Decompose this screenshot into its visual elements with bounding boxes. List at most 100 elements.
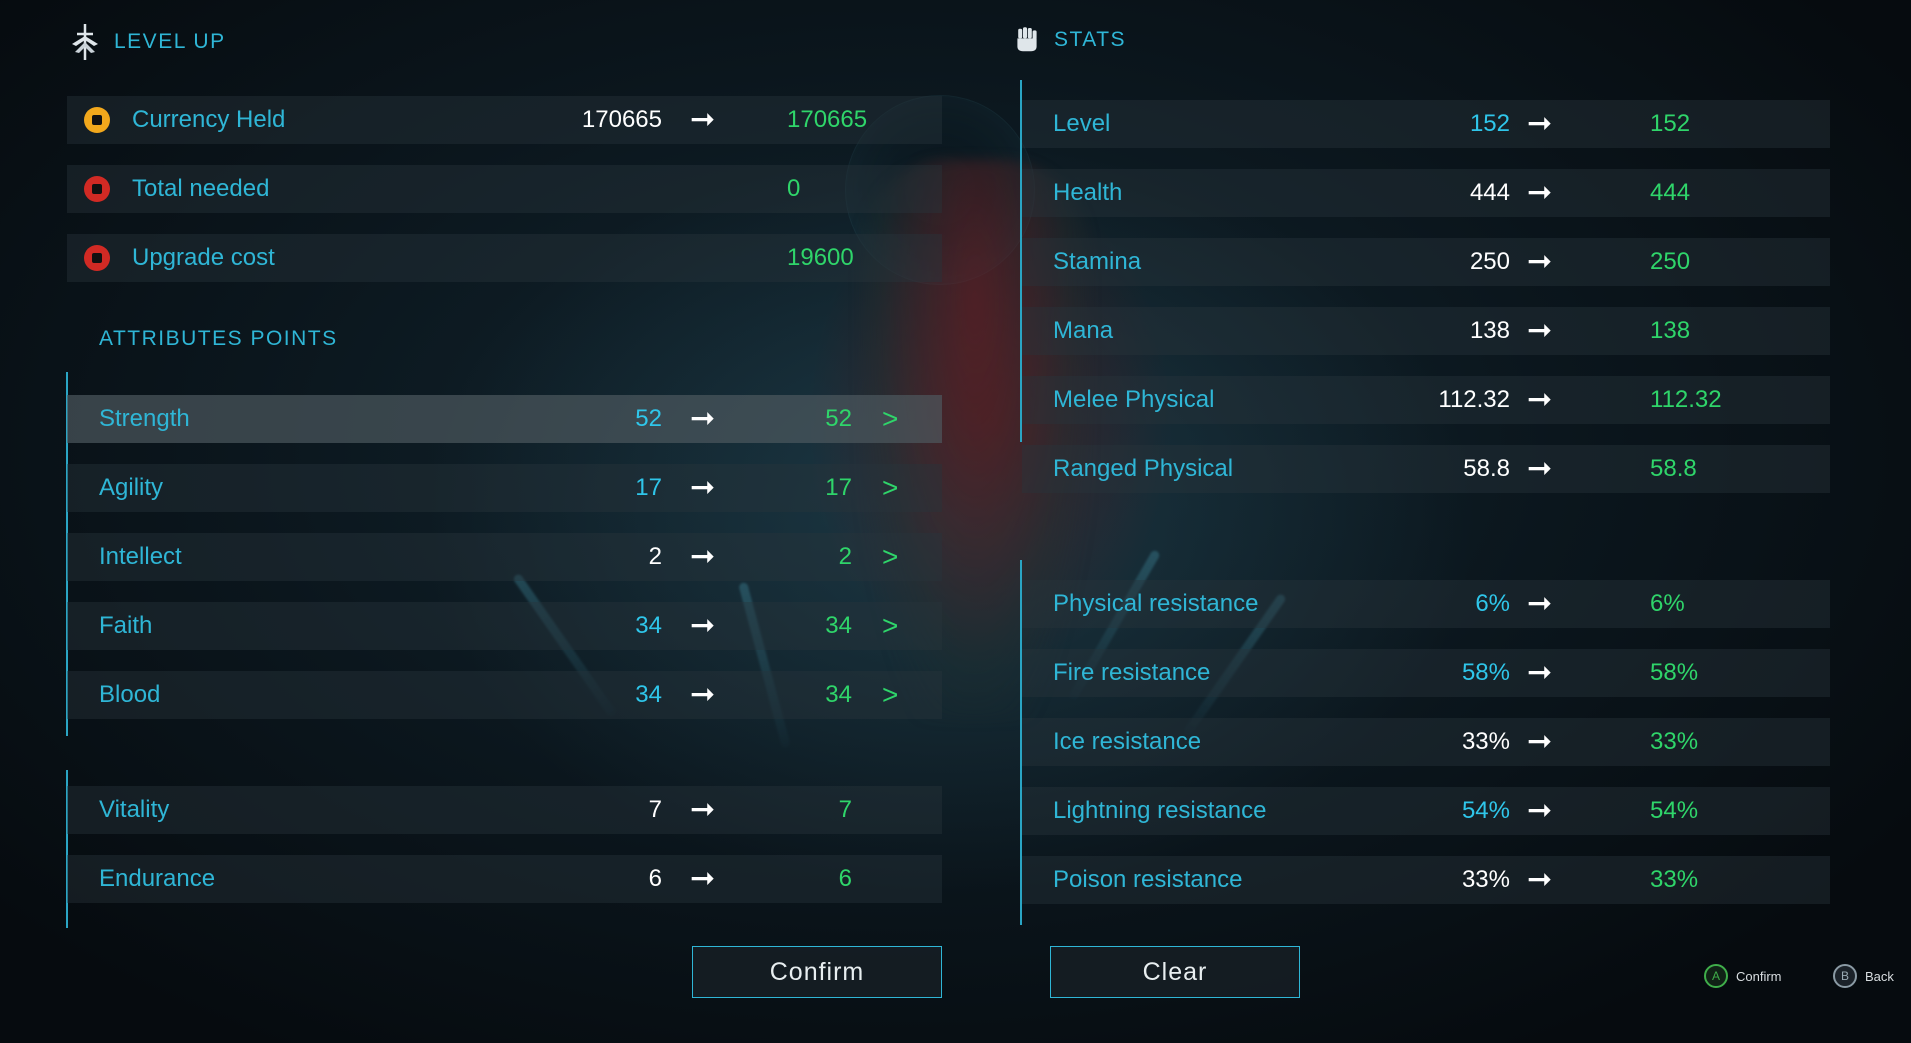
resistance-new-value: 54% <box>1650 797 1699 824</box>
attribute-new-value: 17 <box>825 474 852 501</box>
red-coin-icon <box>84 245 110 271</box>
attribute-row-endurance: Endurance 6 ➞ 6 <box>67 855 942 903</box>
stat-new-value: 250 <box>1650 248 1691 275</box>
attributes-title: ATTRIBUTES POINTS <box>99 327 338 350</box>
red-coin-icon <box>84 176 110 202</box>
attribute-row-agility[interactable]: Agility 17 ➞ 17 > <box>67 464 942 512</box>
currency-label: Currency Held <box>132 106 286 133</box>
stat-label: Health <box>1053 179 1123 206</box>
arrow-icon: ➞ <box>1527 863 1553 896</box>
stat-current-value: 138 <box>1469 317 1510 344</box>
level-up-title: LEVEL UP <box>114 30 226 53</box>
level-up-header: LEVEL UP <box>68 22 226 62</box>
stat-new-value: 58.8 <box>1650 455 1697 482</box>
attribute-current-value: 52 <box>635 405 662 432</box>
arrow-icon: ➞ <box>690 103 716 136</box>
stat-new-value: 112.32 <box>1650 386 1722 413</box>
increase-button[interactable]: > <box>882 679 898 711</box>
stat-row-health: Health 444 ➞ 444 <box>1022 169 1830 217</box>
currency-current-value: 170665 <box>581 106 662 133</box>
stat-label: Mana <box>1053 317 1114 344</box>
attribute-current-value: 7 <box>648 796 662 823</box>
attribute-row-strength[interactable]: Strength 52 ➞ 52 > <box>67 395 942 443</box>
total-needed-label: Total needed <box>132 175 270 202</box>
attribute-new-value: 34 <box>825 612 852 639</box>
stat-new-value: 152 <box>1650 110 1691 137</box>
stat-row-ranged-physical: Ranged Physical 58.8 ➞ 58.8 <box>1022 445 1830 493</box>
stat-label: Melee Physical <box>1053 386 1215 413</box>
increase-button[interactable]: > <box>882 403 898 435</box>
attribute-current-value: 34 <box>635 612 662 639</box>
fist-icon <box>1017 27 1037 52</box>
arrow-icon: ➞ <box>690 402 716 435</box>
currency-row: Currency Held 170665 ➞ 170665 <box>67 96 942 144</box>
hint-confirm-label: Confirm <box>1736 968 1782 984</box>
resistance-label: Ice resistance <box>1053 728 1202 755</box>
stat-row-melee-physical: Melee Physical 112.32 ➞ 112.32 <box>1022 376 1830 424</box>
stat-current-value: 152 <box>1469 110 1510 137</box>
attribute-new-value: 7 <box>838 796 852 823</box>
a-button-icon: A <box>1704 964 1728 988</box>
arrow-icon: ➞ <box>1527 107 1553 140</box>
resistance-current-value: 6% <box>1475 590 1510 617</box>
attribute-row-blood[interactable]: Blood 34 ➞ 34 > <box>67 671 942 719</box>
stat-label: Level <box>1053 110 1111 137</box>
stat-current-value: 58.8 <box>1463 455 1510 482</box>
attribute-label: Vitality <box>99 796 170 823</box>
stat-row-stamina: Stamina 250 ➞ 250 <box>1022 238 1830 286</box>
stat-current-value: 112.32 <box>1438 386 1510 413</box>
resistance-label: Lightning resistance <box>1053 797 1267 824</box>
resistance-new-value: 6% <box>1650 590 1685 617</box>
upgrade-cost-row: Upgrade cost 19600 <box>67 234 942 282</box>
attribute-new-value: 6 <box>838 865 852 892</box>
hint-back[interactable]: B Back <box>1833 964 1894 988</box>
arrow-icon: ➞ <box>1527 314 1553 347</box>
currency-new-value: 170665 <box>787 106 868 133</box>
increase-button[interactable]: > <box>882 472 898 504</box>
resistance-label: Poison resistance <box>1053 866 1243 893</box>
hint-confirm[interactable]: A Confirm <box>1704 964 1782 988</box>
increase-button[interactable]: > <box>882 541 898 573</box>
arrow-icon: ➞ <box>1527 656 1553 689</box>
attribute-current-value: 17 <box>635 474 662 501</box>
resistance-new-value: 33% <box>1650 866 1699 893</box>
arrow-icon: ➞ <box>1527 587 1553 620</box>
attributes-header: ATTRIBUTES POINTS <box>99 327 338 351</box>
resistance-current-value: 54% <box>1461 797 1510 824</box>
hint-back-label: Back <box>1865 968 1894 984</box>
resistance-row-poison: Poison resistance 33% ➞ 33% <box>1022 856 1830 904</box>
attribute-row-vitality: Vitality 7 ➞ 7 <box>67 786 942 834</box>
stat-new-value: 138 <box>1650 317 1691 344</box>
arrow-icon: ➞ <box>1527 725 1553 758</box>
stat-row-level: Level 152 ➞ 152 <box>1022 100 1830 148</box>
arrow-icon: ➞ <box>1527 452 1553 485</box>
arrow-icon: ➞ <box>690 471 716 504</box>
b-button-icon: B <box>1833 964 1857 988</box>
increase-button[interactable]: > <box>882 610 898 642</box>
confirm-button[interactable]: Confirm <box>692 946 942 998</box>
attribute-current-value: 2 <box>648 543 662 570</box>
attribute-new-value: 52 <box>825 405 852 432</box>
sword-icon <box>72 24 98 60</box>
total-needed-value: 0 <box>787 175 801 202</box>
stats-title: STATS <box>1054 28 1127 51</box>
arrow-icon: ➞ <box>690 609 716 642</box>
attribute-row-faith[interactable]: Faith 34 ➞ 34 > <box>67 602 942 650</box>
arrow-icon: ➞ <box>1527 383 1553 416</box>
stat-label: Stamina <box>1053 248 1142 275</box>
arrow-icon: ➞ <box>690 793 716 826</box>
attribute-current-value: 34 <box>635 681 662 708</box>
upgrade-cost-value: 19600 <box>787 244 854 271</box>
stat-row-mana: Mana 138 ➞ 138 <box>1022 307 1830 355</box>
arrow-icon: ➞ <box>1527 794 1553 827</box>
arrow-icon: ➞ <box>1527 176 1553 209</box>
arrow-icon: ➞ <box>690 862 716 895</box>
resistance-new-value: 33% <box>1650 728 1699 755</box>
resistance-label: Physical resistance <box>1053 590 1259 617</box>
attribute-row-intellect[interactable]: Intellect 2 ➞ 2 > <box>67 533 942 581</box>
resistance-current-value: 33% <box>1461 866 1510 893</box>
clear-button[interactable]: Clear <box>1050 946 1300 998</box>
stat-new-value: 444 <box>1650 179 1691 206</box>
attribute-label: Endurance <box>99 865 216 892</box>
attribute-current-value: 6 <box>648 865 662 892</box>
